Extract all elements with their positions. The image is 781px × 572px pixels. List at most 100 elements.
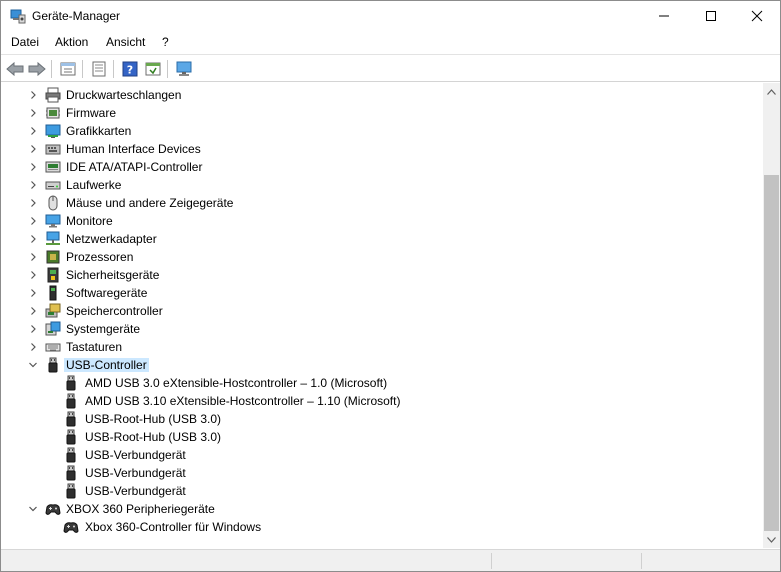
chevron-right-icon[interactable]	[28, 288, 38, 298]
status-bar	[1, 549, 780, 571]
menu-ansicht[interactable]: Ansicht	[106, 35, 145, 49]
tree-category-row[interactable]: Softwaregeräte	[1, 284, 761, 302]
tree-category-row[interactable]: Mäuse und andere Zeigegeräte	[1, 194, 761, 212]
chevron-right-icon[interactable]	[28, 180, 38, 190]
disk-drive-icon	[45, 181, 61, 190]
maximize-icon	[706, 11, 716, 21]
tree-category-row[interactable]: Speichercontroller	[1, 302, 761, 320]
tree-category-row[interactable]: USB-Controller	[1, 356, 761, 374]
chevron-right-icon[interactable]	[28, 306, 38, 316]
tree-category-row[interactable]: Druckwarteschlangen	[1, 86, 761, 104]
tree-device-label: USB-Root-Hub (USB 3.0)	[85, 430, 222, 444]
maximize-button[interactable]	[688, 1, 734, 31]
usb-icon	[66, 429, 76, 445]
update-driver-icon	[145, 62, 161, 76]
tree-category-row[interactable]: Systemgeräte	[1, 320, 761, 338]
chevron-right-icon[interactable]	[28, 126, 38, 136]
tree-category-label: Human Interface Devices	[66, 142, 201, 156]
help-button[interactable]: ?	[120, 59, 140, 79]
tree-category-row[interactable]: Sicherheitsgeräte	[1, 266, 761, 284]
device-tree[interactable]: Druckwarteschlangen Firmware Grafikkarten H…	[1, 83, 763, 548]
close-button[interactable]	[734, 1, 780, 31]
menu-datei[interactable]: Datei	[11, 35, 39, 49]
tree-category-row[interactable]: Grafikkarten	[1, 122, 761, 140]
tree-category-row[interactable]: Laufwerke	[1, 176, 761, 194]
tree-device-row[interactable]: AMD USB 3.0 eXtensible-Hostcontroller – …	[1, 374, 761, 392]
chevron-right-icon[interactable]	[28, 342, 38, 352]
tree-category-row[interactable]: Monitore	[1, 212, 761, 230]
menu-help[interactable]: ?	[162, 35, 169, 49]
vertical-scrollbar[interactable]	[763, 83, 780, 548]
status-separator	[491, 553, 492, 569]
tree-device-row[interactable]: USB-Verbundgerät	[1, 482, 761, 500]
menu-aktion[interactable]: Aktion	[55, 35, 88, 49]
printer-queue-icon	[45, 87, 61, 103]
tree-category-row[interactable]: IDE ATA/ATAPI-Controller	[1, 158, 761, 176]
tree-category-label: Tastaturen	[66, 340, 123, 354]
usb-icon	[66, 465, 76, 481]
chevron-right-icon[interactable]	[28, 108, 38, 118]
tree-device-label: Xbox 360-Controller für Windows	[85, 520, 262, 534]
chevron-right-icon[interactable]	[28, 90, 38, 100]
window-title: Geräte-Manager	[32, 9, 121, 23]
tree-category-row[interactable]: Netzwerkadapter	[1, 230, 761, 248]
usb-icon	[66, 447, 76, 463]
scroll-up-button[interactable]	[763, 83, 780, 100]
chevron-right-icon[interactable]	[28, 216, 38, 226]
tree-device-row[interactable]: USB-Root-Hub (USB 3.0)	[1, 410, 761, 428]
keyboard-icon	[45, 343, 61, 352]
properties-button[interactable]	[89, 59, 109, 79]
chevron-right-icon[interactable]	[28, 252, 38, 262]
chevron-down-icon[interactable]	[28, 360, 38, 370]
menu-bar: Datei Aktion Ansicht ?	[1, 32, 780, 53]
device-list-icon	[60, 62, 76, 76]
tree-category-row[interactable]: Firmware	[1, 104, 761, 122]
security-device-icon	[47, 267, 59, 283]
tree-device-label: USB-Verbundgerät	[85, 466, 186, 480]
chevron-right-icon[interactable]	[28, 144, 38, 154]
back-arrow-icon	[6, 61, 24, 77]
storage-controller-icon	[45, 303, 61, 318]
gamepad-icon	[63, 522, 79, 533]
tree-device-label: USB-Verbundgerät	[85, 484, 186, 498]
tree-device-row[interactable]: USB-Verbundgerät	[1, 446, 761, 464]
chevron-down-icon[interactable]	[28, 504, 38, 514]
chevron-right-icon[interactable]	[28, 270, 38, 280]
usb-icon	[66, 411, 76, 427]
toolbar: ?	[1, 54, 780, 82]
tree-category-label: USB-Controller	[64, 358, 149, 372]
tree-category-label: IDE ATA/ATAPI-Controller	[66, 160, 203, 174]
mouse-icon	[48, 195, 58, 211]
tree-device-label: AMD USB 3.10 eXtensible-Hostcontroller –…	[85, 394, 401, 408]
tree-device-row[interactable]: Xbox 360-Controller für Windows	[1, 518, 761, 536]
tree-device-row[interactable]: USB-Verbundgerät	[1, 464, 761, 482]
tree-device-row[interactable]: AMD USB 3.10 eXtensible-Hostcontroller –…	[1, 392, 761, 410]
show-devices-button[interactable]	[58, 59, 78, 79]
update-driver-button[interactable]	[143, 59, 163, 79]
ide-controller-icon	[45, 161, 61, 173]
scrollbar-thumb[interactable]	[764, 175, 779, 531]
forward-button[interactable]	[27, 59, 47, 79]
processor-icon	[46, 250, 60, 264]
chevron-right-icon[interactable]	[28, 198, 38, 208]
tree-device-label: AMD USB 3.0 eXtensible-Hostcontroller – …	[85, 376, 388, 390]
tree-category-row[interactable]: XBOX 360 Peripheriegeräte	[1, 500, 761, 518]
chevron-right-icon[interactable]	[28, 324, 38, 334]
tree-device-row[interactable]: USB-Root-Hub (USB 3.0)	[1, 428, 761, 446]
device-manager-window: Geräte-Manager Datei Aktion Ansicht ? ? …	[0, 0, 781, 572]
back-button[interactable]	[5, 59, 25, 79]
tree-category-row[interactable]: Tastaturen	[1, 338, 761, 356]
title-bar[interactable]: Geräte-Manager	[1, 1, 780, 31]
tree-category-label: Laufwerke	[66, 178, 122, 192]
device-manager-app-icon	[10, 9, 26, 24]
scroll-down-button[interactable]	[763, 531, 780, 548]
scan-hardware-button[interactable]	[174, 59, 194, 79]
tree-category-row[interactable]: Prozessoren	[1, 248, 761, 266]
tree-category-row[interactable]: Human Interface Devices	[1, 140, 761, 158]
help-icon: ?	[122, 61, 138, 77]
chevron-right-icon[interactable]	[28, 162, 38, 172]
chevron-up-icon	[767, 88, 776, 95]
minimize-button[interactable]	[641, 1, 687, 31]
chevron-right-icon[interactable]	[28, 234, 38, 244]
usb-icon	[66, 483, 76, 499]
